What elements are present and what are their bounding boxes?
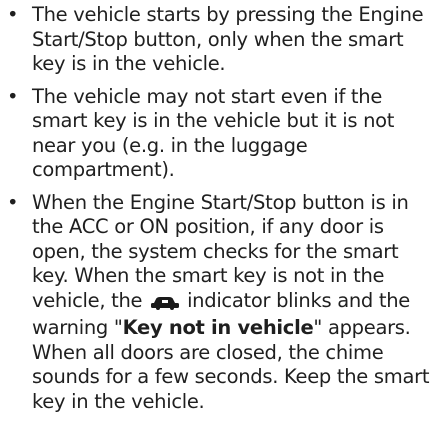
bullet-marker: • [7, 3, 19, 26]
bullet-marker: • [7, 84, 19, 108]
bullet-marker: • [7, 190, 19, 214]
key-not-in-vehicle-indicator-icon [150, 292, 180, 317]
list-item: • The vehicle may not start even if the … [6, 85, 440, 183]
list-item: • When the Engine Start/Stop button is i… [6, 191, 440, 415]
bullet-list: • The vehicle starts by pressing the Eng… [6, 3, 440, 414]
list-item-text: The vehicle starts by pressing the Engin… [32, 3, 424, 75]
warning-message: Key not in vehicle [122, 316, 314, 339]
list-item: • The vehicle starts by pressing the Eng… [6, 3, 440, 77]
document-page: • The vehicle starts by pressing the Eng… [0, 0, 446, 446]
list-item-text: The vehicle may not start even if the sm… [32, 84, 395, 182]
